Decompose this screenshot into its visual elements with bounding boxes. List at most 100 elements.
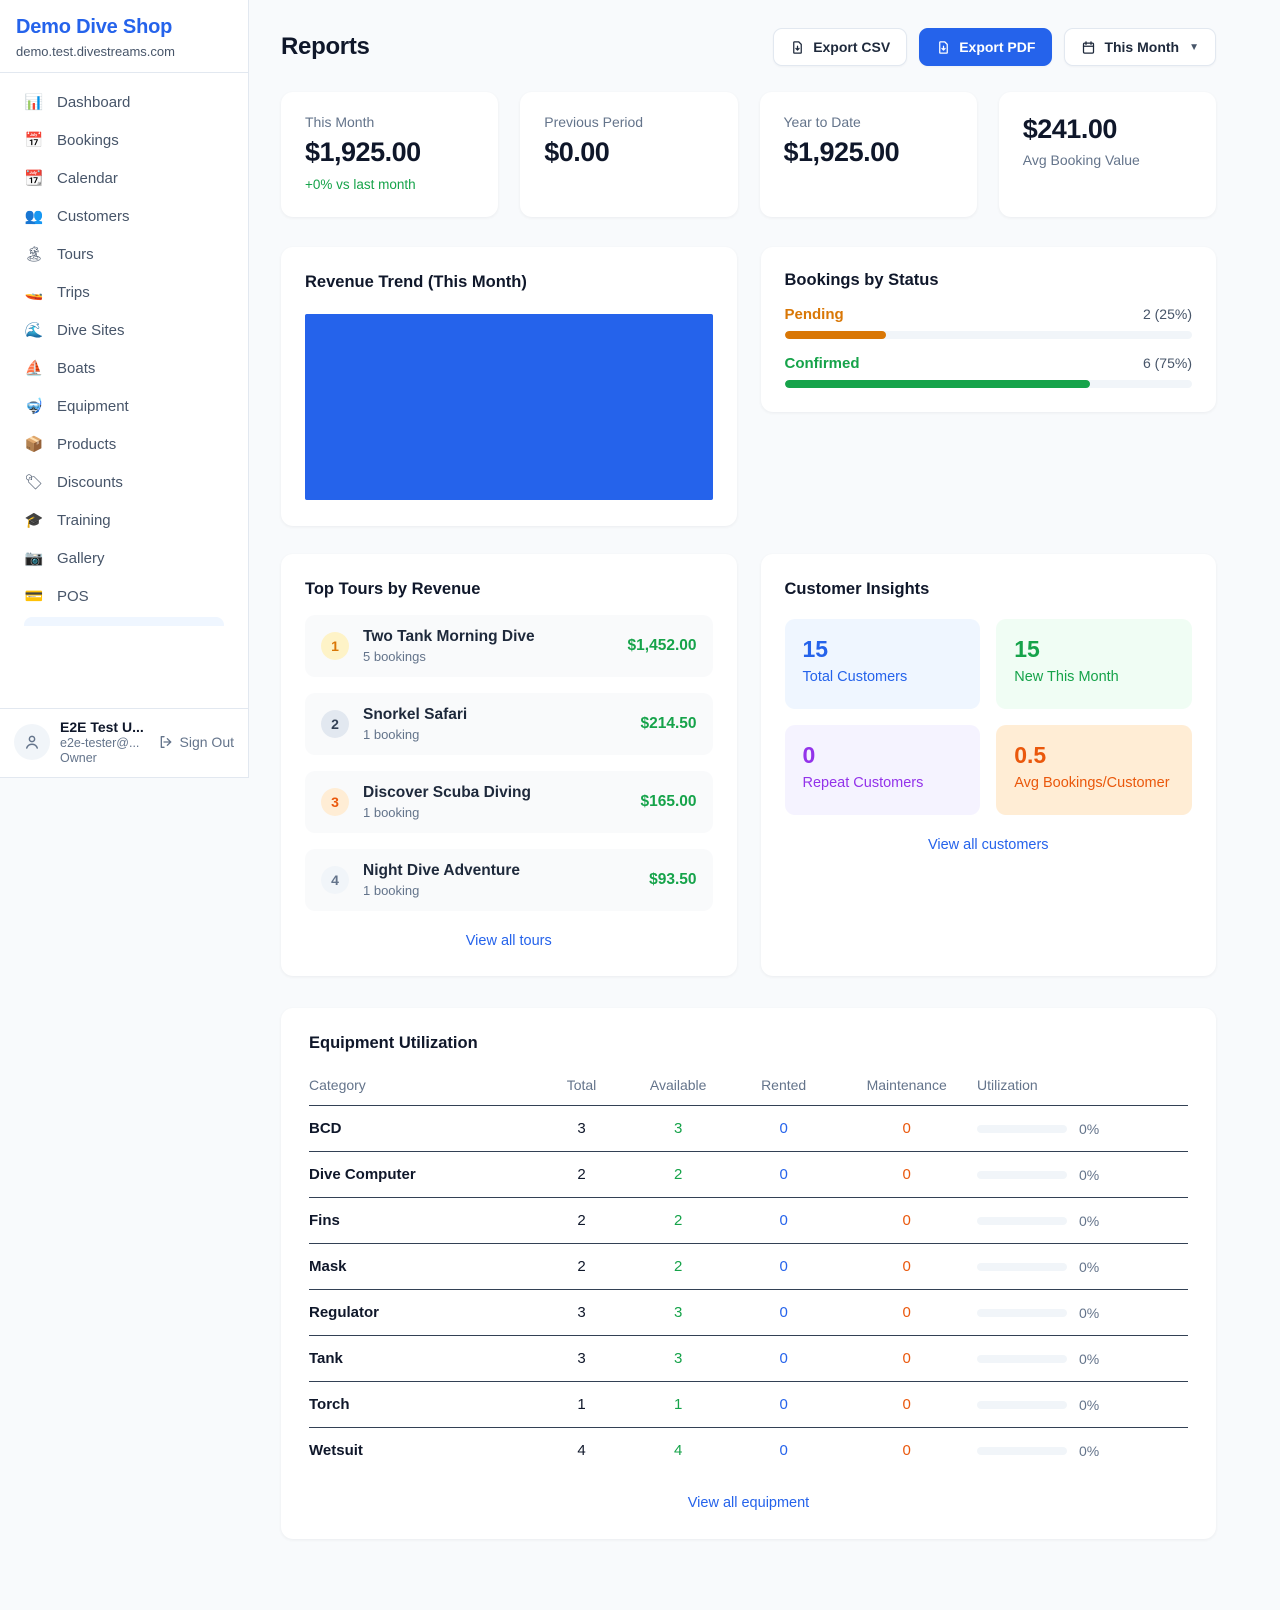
rank-badge: 2 (321, 710, 349, 738)
status-value: 6 (75%) (1143, 355, 1192, 371)
sidebar-item-label: Equipment (57, 398, 129, 415)
utilization-percent: 0% (1079, 1167, 1099, 1183)
column-header-total: Total (538, 1067, 626, 1106)
sidebar-item-boats[interactable]: ⛵ Boats (12, 349, 236, 387)
sidebar-item-label: Products (57, 436, 116, 453)
stat-label: Year to Date (784, 114, 953, 130)
sidebar-item-products[interactable]: 📦 Products (12, 425, 236, 463)
utilization-percent: 0% (1079, 1121, 1099, 1137)
sidebar-item-tours[interactable]: 🏝 Tours (12, 235, 236, 273)
revenue-trend-chart (305, 314, 713, 500)
sidebar-item-gallery[interactable]: 📷 Gallery (12, 539, 236, 577)
sidebar-item-dashboard[interactable]: 📊 Dashboard (12, 83, 236, 121)
status-bar-fill (785, 380, 1091, 388)
bookings-icon: 📅 (24, 131, 44, 149)
user-role: Owner (60, 751, 148, 765)
sidebar-item-customers[interactable]: 👥 Customers (12, 197, 236, 235)
discounts-icon: 🏷 (24, 473, 44, 491)
equipment-utilization: 0% (977, 1336, 1188, 1382)
equipment-rented: 0 (731, 1336, 836, 1382)
table-row: Regulator 3 3 0 0 0% (309, 1290, 1188, 1336)
tile-label: Total Customers (803, 669, 963, 685)
sidebar-item-reports-partial[interactable] (24, 617, 224, 626)
sidebar-item-dive-sites[interactable]: 🌊 Dive Sites (12, 311, 236, 349)
tour-amount: $1,452.00 (628, 637, 697, 655)
customer-insights-title: Customer Insights (785, 580, 1193, 599)
tile-label: Avg Bookings/Customer (1014, 775, 1174, 791)
file-download-icon (936, 40, 951, 55)
stats-row: This Month $1,925.00 +0% vs last month P… (281, 92, 1216, 217)
rank-badge: 1 (321, 632, 349, 660)
stat-value: $0.00 (544, 137, 713, 168)
sidebar-nav: 📊 Dashboard 📅 Bookings 📆 Calendar 👥 Cust… (0, 73, 248, 626)
period-dropdown[interactable]: This Month ▼ (1064, 28, 1216, 66)
equipment-available: 2 (625, 1198, 730, 1244)
sidebar-item-equipment[interactable]: 🤿 Equipment (12, 387, 236, 425)
equipment-utilization: 0% (977, 1198, 1188, 1244)
equipment-category: BCD (309, 1106, 538, 1152)
table-row: Fins 2 2 0 0 0% (309, 1198, 1188, 1244)
revenue-trend-title: Revenue Trend (This Month) (305, 273, 713, 292)
tours-icon: 🏝 (24, 245, 44, 263)
export-csv-button[interactable]: Export CSV (773, 28, 907, 66)
equipment-table: Category Total Available Rented Maintena… (309, 1067, 1188, 1473)
tour-bookings: 1 booking (363, 805, 640, 820)
chevron-down-icon: ▼ (1189, 42, 1199, 53)
status-bar-fill (785, 331, 887, 339)
sidebar-item-label: Calendar (57, 170, 118, 187)
tour-name: Discover Scuba Diving (363, 784, 640, 802)
utilization-percent: 0% (1079, 1397, 1099, 1413)
equipment-available: 3 (625, 1290, 730, 1336)
equipment-available: 4 (625, 1428, 730, 1474)
sidebar-item-training[interactable]: 🎓 Training (12, 501, 236, 539)
sidebar: Demo Dive Shop demo.test.divestreams.com… (0, 0, 249, 778)
utilization-percent: 0% (1079, 1213, 1099, 1229)
tour-bookings: 5 bookings (363, 649, 628, 664)
sidebar-item-discounts[interactable]: 🏷 Discounts (12, 463, 236, 501)
customers-icon: 👥 (24, 207, 44, 225)
stat-card-avg-booking-value: $241.00 Avg Booking Value (999, 92, 1216, 217)
utilization-bar-track (977, 1171, 1067, 1179)
column-header-utilization: Utilization (977, 1067, 1188, 1106)
equipment-utilization: 0% (977, 1106, 1188, 1152)
sidebar-item-label: POS (57, 588, 89, 605)
equipment-category: Tank (309, 1336, 538, 1382)
export-pdf-button[interactable]: Export PDF (919, 28, 1052, 66)
products-icon: 📦 (24, 435, 44, 453)
sign-out-button[interactable]: Sign Out (158, 734, 234, 750)
sidebar-item-trips[interactable]: 🚤 Trips (12, 273, 236, 311)
top-tours-card: Top Tours by Revenue 1 Two Tank Morning … (281, 554, 737, 976)
status-bar-track (785, 331, 1193, 339)
status-value: 2 (25%) (1143, 306, 1192, 322)
revenue-trend-card: Revenue Trend (This Month) (281, 247, 737, 526)
view-all-tours-link[interactable]: View all tours (305, 933, 713, 949)
dashboard-icon: 📊 (24, 93, 44, 111)
view-all-customers-link[interactable]: View all customers (785, 837, 1193, 853)
page-header: Reports Export CSV Export PDF This Month (281, 28, 1216, 66)
status-bar-track (785, 380, 1193, 388)
training-icon: 🎓 (24, 511, 44, 529)
equipment-rented: 0 (731, 1428, 836, 1474)
equipment-maintenance: 0 (836, 1428, 977, 1474)
sidebar-item-pos[interactable]: 💳 POS (12, 577, 236, 615)
equipment-available: 1 (625, 1382, 730, 1428)
sidebar-item-calendar[interactable]: 📆 Calendar (12, 159, 236, 197)
stat-card-previous-period: Previous Period $0.00 (520, 92, 737, 217)
calendar-icon: 📆 (24, 169, 44, 187)
equipment-maintenance: 0 (836, 1198, 977, 1244)
insight-tiles: 15 Total Customers 15 New This Month 0 R… (785, 619, 1193, 815)
equipment-rented: 0 (731, 1382, 836, 1428)
table-row: Torch 1 1 0 0 0% (309, 1382, 1188, 1428)
equipment-available: 2 (625, 1152, 730, 1198)
equipment-maintenance: 0 (836, 1290, 977, 1336)
sidebar-header: Demo Dive Shop demo.test.divestreams.com (0, 0, 248, 73)
tile-value: 0.5 (1014, 742, 1174, 769)
tile-avg-bookings-customer: 0.5 Avg Bookings/Customer (996, 725, 1192, 815)
list-item: 3 Discover Scuba Diving 1 booking $165.0… (305, 771, 713, 833)
sidebar-item-bookings[interactable]: 📅 Bookings (12, 121, 236, 159)
view-all-equipment-link[interactable]: View all equipment (309, 1495, 1188, 1511)
table-row: Mask 2 2 0 0 0% (309, 1244, 1188, 1290)
gallery-icon: 📷 (24, 549, 44, 567)
equipment-rented: 0 (731, 1290, 836, 1336)
equipment-utilization: 0% (977, 1152, 1188, 1198)
